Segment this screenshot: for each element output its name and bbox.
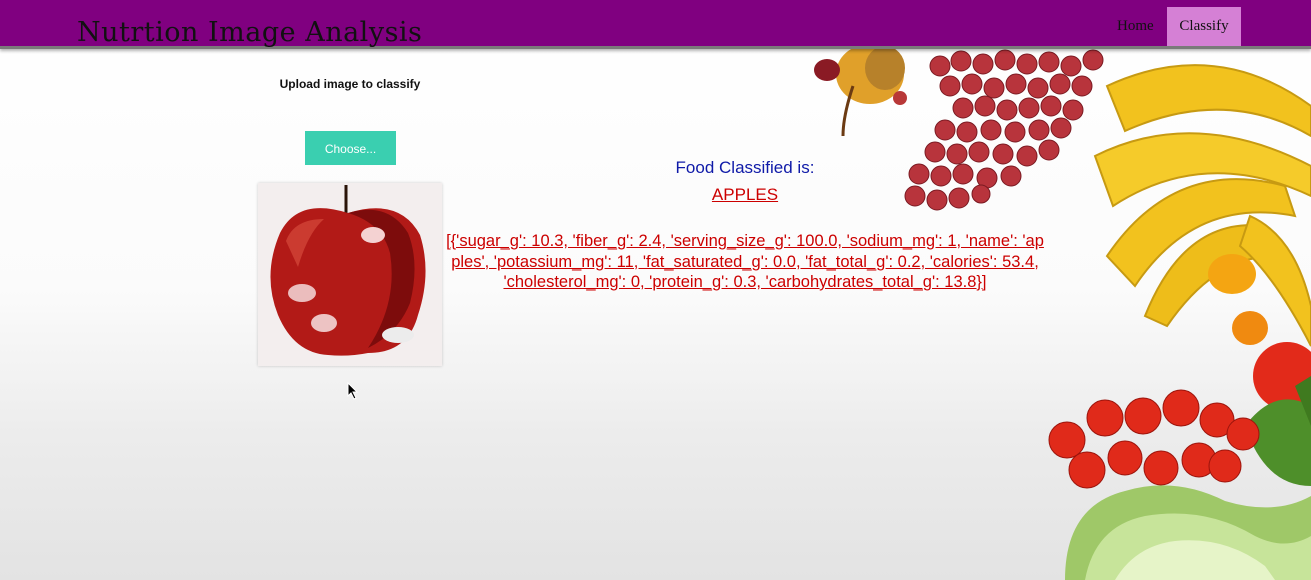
- nav-home-link[interactable]: Home: [1106, 7, 1165, 46]
- uploaded-image-preview: [258, 183, 442, 366]
- nutrition-facts-text: [{'sugar_g': 10.3, 'fiber_g': 2.4, 'serv…: [446, 232, 1044, 291]
- classification-heading: Food Classified is:: [675, 158, 815, 177]
- produce-background-image: [814, 46, 1311, 580]
- mouse-cursor-icon: [347, 382, 359, 400]
- apple-image: [270, 185, 426, 356]
- upload-instruction-label: Upload image to classify: [279, 77, 421, 91]
- top-navbar: Nutrtion Image Analysis Home Classify: [0, 0, 1311, 49]
- nav-classify-link[interactable]: Classify: [1167, 7, 1241, 46]
- choose-file-button[interactable]: Choose...: [305, 131, 396, 165]
- app-title: Nutrtion Image Analysis: [77, 17, 423, 48]
- classified-food-name: APPLES: [711, 185, 779, 204]
